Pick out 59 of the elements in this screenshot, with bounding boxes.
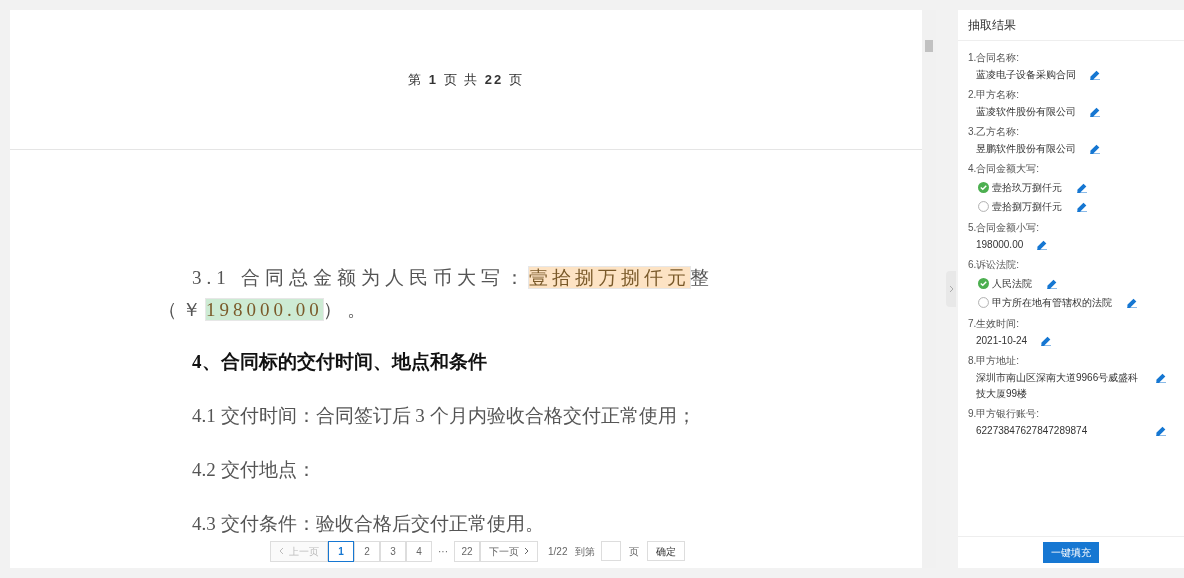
option-label[interactable]: 壹拾玖万捌仟元: [992, 180, 1062, 195]
edit-icon[interactable]: [1090, 144, 1100, 154]
page-button[interactable]: 2: [354, 540, 380, 562]
field-label: 5.合同金额小写:: [968, 221, 1041, 234]
paragraph: 3.1 合同总金额为人民币大写：壹拾捌万捌仟元 整（￥198000.00）。: [158, 266, 715, 322]
page-button[interactable]: 1: [328, 540, 354, 562]
goto-label: 到第: [575, 544, 596, 559]
chevron-right-icon: [524, 547, 529, 555]
field-value: 62273847627847289874: [976, 424, 1089, 438]
panel-title: 抽取结果: [968, 17, 1016, 34]
page-button[interactable]: 3: [380, 540, 406, 562]
check-circle-icon[interactable]: [978, 182, 989, 193]
field-value: 蓝凌软件股份有限公司: [976, 105, 1076, 119]
fill-button[interactable]: 一键填充: [1043, 542, 1099, 563]
field-label: 3.乙方名称:: [968, 125, 1021, 138]
check-circle-icon[interactable]: [978, 278, 989, 289]
edit-icon[interactable]: [1090, 70, 1100, 80]
field-value: 2021-10-24: [976, 334, 1028, 348]
page-button[interactable]: 22: [454, 540, 480, 562]
option-label[interactable]: 甲方所在地有管辖权的法院: [992, 295, 1112, 310]
field-label: 2.甲方名称:: [968, 88, 1021, 101]
paragraph: 4.1 交付时间：合同签订后 3 个月内验收合格交付正常使用；: [191, 404, 697, 428]
field-value: 昱鹏软件股份有限公司: [976, 142, 1076, 156]
field-label: 6.诉讼法院:: [968, 258, 1021, 271]
edit-icon[interactable]: [1037, 240, 1048, 250]
edit-icon[interactable]: [1047, 278, 1057, 289]
edit-icon[interactable]: [1090, 107, 1100, 117]
page-count: 1/22: [548, 544, 568, 559]
chevron-right-icon: [948, 285, 954, 293]
field-value: 深圳市南山区深南大道9966号威盛科技大厦99楼: [976, 371, 1140, 401]
ellipsis: ···: [437, 544, 449, 559]
edit-icon[interactable]: [1127, 297, 1137, 308]
confirm-button[interactable]: 确定: [647, 541, 686, 561]
radio-button[interactable]: [978, 201, 989, 212]
paragraph: 4.2 交付地点：: [191, 458, 317, 482]
page-unit: 页: [629, 544, 640, 559]
edit-icon[interactable]: [1077, 201, 1087, 212]
field-label: 7.生效时间:: [968, 317, 1021, 330]
page-button[interactable]: 4: [406, 540, 432, 562]
edit-icon[interactable]: [1077, 182, 1087, 193]
option-label[interactable]: 壹拾捌万捌仟元: [992, 199, 1062, 214]
field-label: 1.合同名称:: [968, 51, 1021, 64]
section-heading: 4、合同标的交付时间、地点和条件: [191, 350, 488, 374]
edit-icon[interactable]: [1041, 336, 1052, 346]
field-value: 198000.00: [976, 238, 1024, 252]
next-page-button[interactable]: 下一页: [480, 540, 538, 562]
field-label: 9.甲方银行账号:: [968, 407, 1041, 420]
radio-button[interactable]: [978, 297, 989, 308]
edit-icon[interactable]: [1156, 426, 1166, 436]
field-label: 8.甲方地址:: [968, 354, 1021, 367]
page-header: 第 1 页 共 22 页: [408, 70, 524, 89]
paragraph: 4.3 交付条件：验收合格后交付正常使用。: [191, 512, 545, 534]
collapse-handle[interactable]: [946, 271, 956, 307]
field-label: 4.合同金额大写:: [968, 162, 1041, 175]
chevron-left-icon: [279, 547, 284, 555]
option-label[interactable]: 人民法院: [992, 276, 1032, 291]
edit-icon[interactable]: [1156, 373, 1166, 383]
page-input[interactable]: [601, 541, 622, 561]
field-value: 蓝凌电子设备采购合同: [976, 68, 1076, 82]
